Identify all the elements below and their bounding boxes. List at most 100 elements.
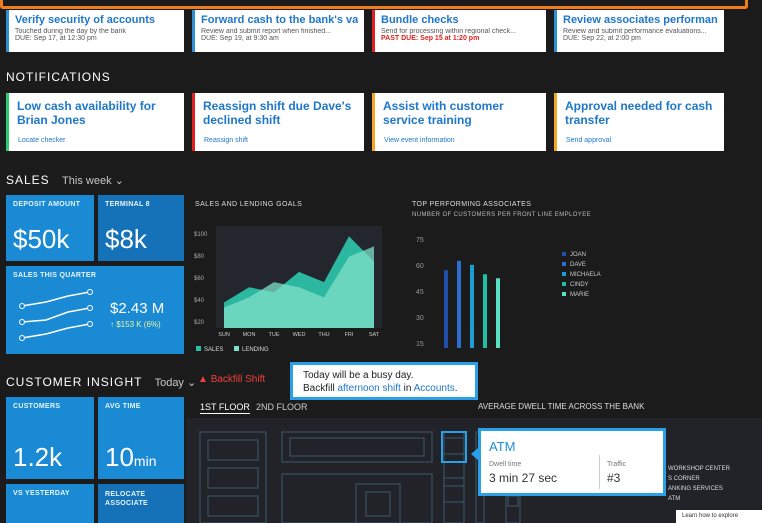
- traffic-label: Traffic: [607, 461, 627, 468]
- chevron-down-icon: ⌄: [187, 377, 197, 389]
- afternoon-shift-link[interactable]: afternoon shift: [337, 383, 400, 394]
- dwell-time-value: 3 min 27 sec: [489, 471, 558, 485]
- notification-action[interactable]: Reassign shift: [204, 137, 248, 144]
- task-card[interactable]: Review associates performance Review and…: [554, 10, 724, 52]
- vs-yesterday-tile[interactable]: VS YESTERDAY: [6, 484, 94, 523]
- legend-label: MICHAELA: [570, 272, 601, 278]
- bar-joan: [444, 270, 448, 348]
- x-tick-label: SAT: [369, 332, 380, 338]
- notification-action[interactable]: Locate checker: [18, 137, 65, 144]
- avgtime-unit: min: [133, 453, 157, 469]
- legend-swatch: [562, 292, 566, 296]
- deposit-tile[interactable]: DEPOSIT AMOUNT $50k: [6, 195, 94, 261]
- notification-action[interactable]: View event information: [384, 137, 455, 144]
- notification-card[interactable]: Reassign shift due Dave's declined shift…: [192, 93, 364, 151]
- bar-dave: [457, 260, 461, 348]
- associates-bar-chart: 75 60 45 30 15 JOAN DAVE MICHAELA CINDY MARIE: [416, 237, 601, 348]
- traffic-value: #3: [607, 471, 621, 485]
- notification-card[interactable]: Approval needed for cash transfer Send a…: [554, 93, 724, 151]
- sales-period-dropdown[interactable]: This week ⌄: [62, 175, 124, 187]
- deposit-value: $50k: [13, 224, 70, 254]
- quarter-tile[interactable]: SALES THIS QUARTER $2.43 M ↑ $153 K (6%): [6, 266, 184, 354]
- sales-title: SALES: [6, 173, 50, 187]
- notification-card[interactable]: Assist with customer service training Vi…: [372, 93, 546, 151]
- tab-2nd-floor[interactable]: 2ND FLOOR: [256, 402, 308, 412]
- sales-period-label: This week: [62, 175, 112, 187]
- quarter-change: ↑ $153 K (6%): [110, 320, 161, 329]
- legend-label: MARIE: [570, 292, 589, 298]
- zone-label: S CORNER: [668, 476, 700, 482]
- sales-lending-chart: $100 $80 $60 $40 $20 SUN MON TUE WED THU FRI SAT SAL…: [194, 226, 382, 353]
- task-due: DUE: Sep 17, at 12:30 pm: [15, 35, 97, 42]
- notification-title: Approval needed for cash transfer: [565, 99, 713, 127]
- task-title: Bundle checks: [381, 14, 459, 26]
- x-tick-label: TUE: [269, 332, 280, 338]
- task-card[interactable]: Bundle checks Send for processing within…: [372, 10, 546, 52]
- task-desc: Send for processing within regional chec…: [381, 28, 517, 35]
- insight-period-dropdown[interactable]: Today ⌄: [155, 377, 197, 389]
- zone-label: ATM: [668, 496, 681, 502]
- zone-label: WORKSHOP CENTER: [668, 466, 730, 472]
- dwell-title: AVERAGE DWELL TIME ACROSS THE BANK: [478, 402, 645, 411]
- tooltip-text: Backfill: [303, 383, 338, 394]
- task-title: Verify security of accounts: [15, 14, 155, 26]
- legend-swatch: [562, 282, 566, 286]
- customers-tile[interactable]: CUSTOMERS 1.2k: [6, 397, 94, 479]
- avgtime-tile[interactable]: AVG TIME 10min: [98, 397, 184, 479]
- task-card[interactable]: Forward cash to the bank's vaults Review…: [192, 10, 364, 52]
- atm-divider: [599, 455, 600, 489]
- notification-action[interactable]: Send approval: [566, 137, 611, 144]
- legend-swatch: [562, 272, 566, 276]
- quarter-value: $2.43 M: [110, 300, 165, 317]
- y-tick-label: $40: [194, 298, 205, 304]
- notification-title: Low cash availability for Brian Jones: [17, 99, 156, 127]
- y-tick-label: 60: [416, 263, 424, 270]
- top-banner-frame: [0, 0, 748, 9]
- backfill-alert[interactable]: ▲ Backfill Shift: [198, 374, 265, 385]
- task-desc: Review and submit report when finished..…: [201, 28, 331, 35]
- y-tick-label: $60: [194, 276, 205, 282]
- backfill-alert-label: Backfill Shift: [210, 374, 266, 385]
- task-due-past: PAST DUE: Sep 15 at 1:20 pm: [381, 35, 480, 42]
- insight-title: CUSTOMER INSIGHT: [6, 375, 143, 389]
- task-title: Review associates performance: [563, 14, 718, 26]
- legend-label: SALES: [204, 347, 223, 353]
- x-tick-label: SUN: [218, 332, 230, 338]
- x-tick-label: WED: [293, 332, 306, 338]
- y-tick-label: 15: [416, 341, 424, 348]
- task-due: DUE: Sep 22, at 2:00 pm: [563, 35, 641, 42]
- tooltip-text: .: [454, 383, 458, 394]
- insight-period-label: Today: [154, 377, 184, 389]
- terminal-label: TERMINAL 8: [105, 201, 150, 208]
- bar-marie: [496, 278, 500, 348]
- sales-chart-title: SALES AND LENDING GOALS: [195, 201, 303, 208]
- notification-title: Reassign shift due Dave's declined shift: [203, 99, 352, 127]
- task-card[interactable]: Verify security of accounts Touched duri…: [6, 10, 184, 52]
- relocate-tile[interactable]: RELOCATE ASSOCIATE: [98, 484, 184, 523]
- tab-1st-floor[interactable]: 1ST FLOOR: [200, 402, 250, 414]
- tooltip-text: in: [400, 383, 414, 394]
- y-tick-label: $20: [194, 320, 205, 326]
- learn-callout[interactable]: Learn how to explore: [676, 510, 762, 523]
- vs-yesterday-label: VS YESTERDAY: [13, 490, 70, 497]
- legend-label: JOAN: [570, 252, 586, 258]
- notification-card[interactable]: Low cash availability for Brian Jones Lo…: [6, 93, 184, 151]
- zone-legend: WORKSHOP CENTER S CORNER ANKING SERVICES…: [668, 464, 730, 504]
- task-desc: Review and submit performance evaluation…: [563, 28, 707, 35]
- bar-cindy: [483, 274, 487, 348]
- atm-card[interactable]: ATM Dwell time 3 min 27 sec Traffic #3: [478, 428, 666, 496]
- accounts-link[interactable]: Accounts: [414, 383, 455, 394]
- legend-label: LENDING: [242, 347, 269, 353]
- zone-label: ANKING SERVICES: [668, 486, 723, 492]
- sales-trend-icon: [19, 289, 93, 341]
- warning-icon: ▲: [198, 374, 208, 385]
- terminal-tile[interactable]: TERMINAL 8 $8k: [98, 195, 184, 261]
- atm-title: ATM: [489, 439, 516, 454]
- legend-swatch: [562, 262, 566, 266]
- x-tick-label: FRI: [345, 332, 354, 338]
- notification-title: Assist with customer service training: [383, 99, 504, 127]
- customers-label: CUSTOMERS: [13, 403, 61, 410]
- legend-label: DAVE: [570, 262, 586, 268]
- insight-heading: CUSTOMER INSIGHT Today ⌄: [6, 375, 196, 389]
- associates-chart-title: TOP PERFORMING ASSOCIATES: [412, 201, 532, 208]
